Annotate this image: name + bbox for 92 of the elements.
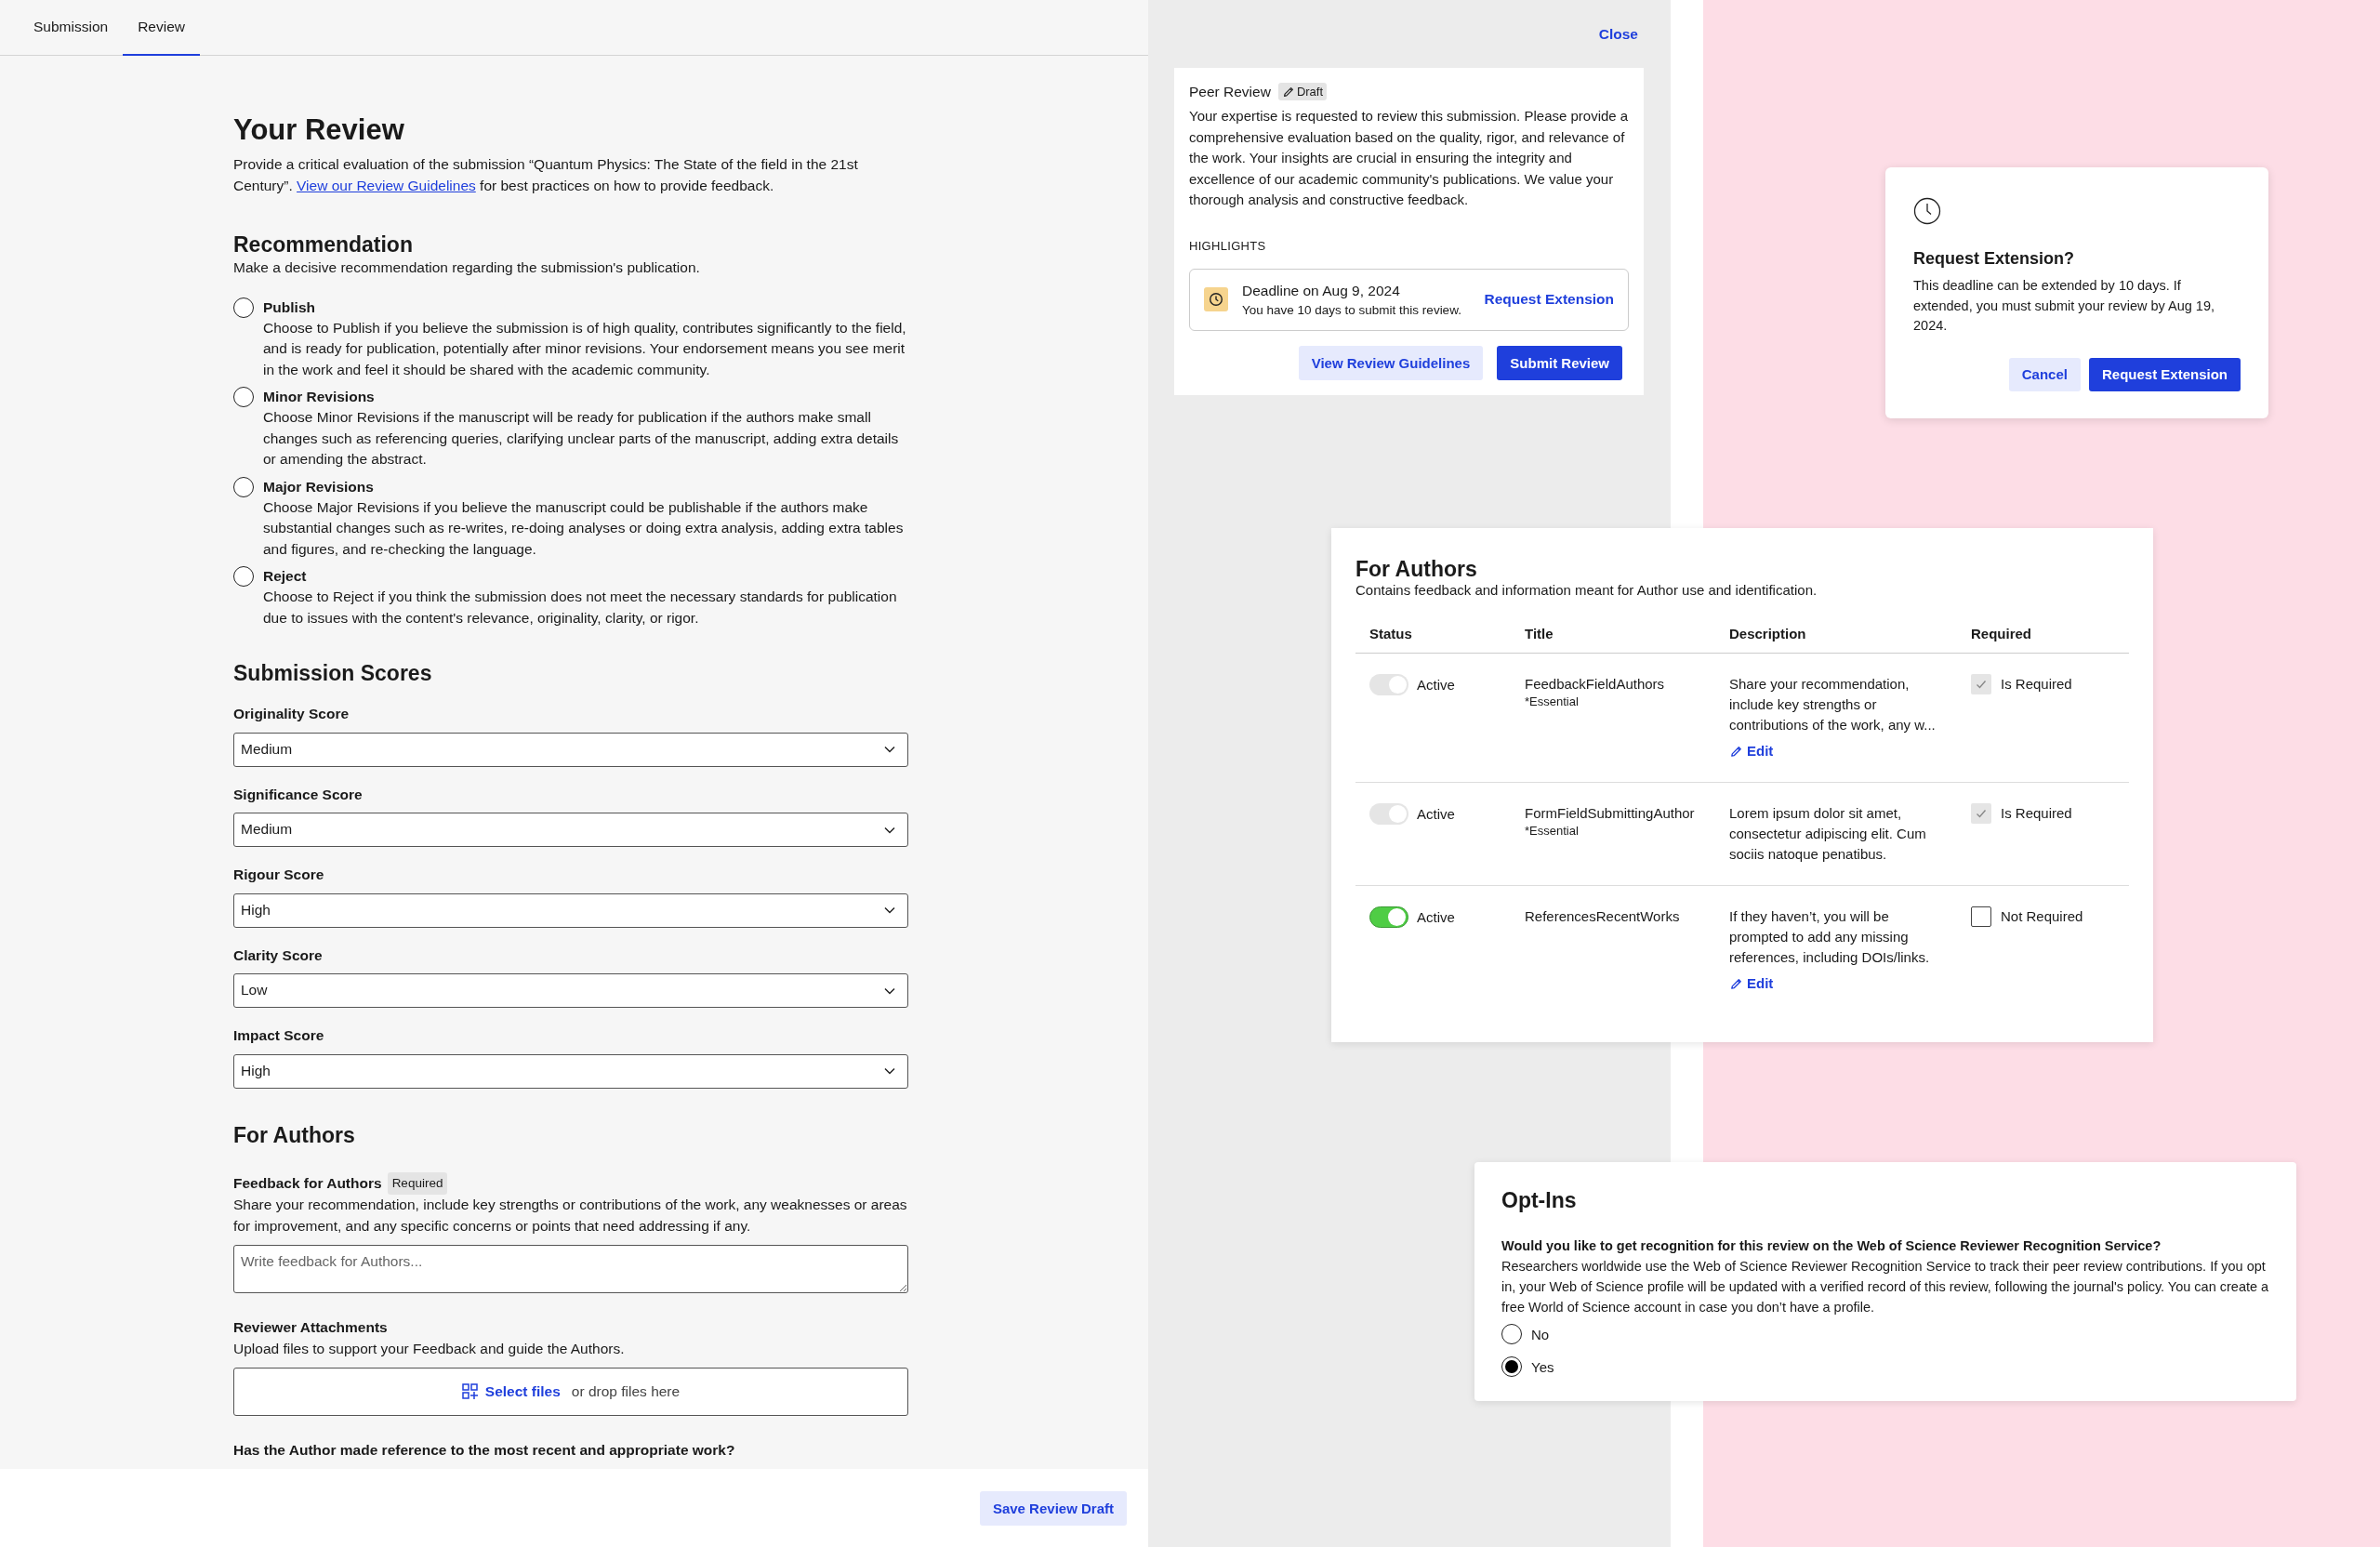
clock-icon xyxy=(1204,287,1228,311)
required-label: Is Required xyxy=(2001,804,2072,823)
checkbox[interactable] xyxy=(1971,906,1991,927)
upload-icon xyxy=(461,1383,479,1400)
field-label: Reviewer Attachments xyxy=(233,1318,389,1337)
radio-button[interactable] xyxy=(233,566,254,587)
section-heading: For Authors xyxy=(233,1121,356,1148)
dialog-button[interactable]: Cancel xyxy=(2008,357,2081,391)
option-description: Choose to Publish if you believe the submission is of high quality, contributes significantly to the field, and is ready for publication, potentially after minor revisions. Your endorsement means you see merit in the work and feel it should be shared with the academic community. xyxy=(263,318,907,379)
field-label: Feedback for Authors xyxy=(233,1173,382,1193)
option-description: Choose Major Revisions if you believe the manuscript could be publishable if the authors make substantial changes such as re-writes, re-doing analyses or doing extra analysis, adding extra tables and figures, and re-checking the language. xyxy=(263,497,905,559)
field-label: Impact Score xyxy=(233,1026,325,1045)
radio-button[interactable] xyxy=(1501,1324,1522,1344)
column-header: Status xyxy=(1355,616,1511,654)
radio-button[interactable] xyxy=(233,387,254,407)
field-description: Upload files to support your Feedback and guide the Authors. xyxy=(233,1339,626,1358)
field-title: FormFieldSubmittingAuthor xyxy=(1525,804,1696,823)
score-select[interactable]: High xyxy=(233,1053,908,1089)
file-drop-zone[interactable]: Select files or drop files here xyxy=(233,1368,908,1416)
status-label: Active xyxy=(1417,804,1455,824)
field-note: *Essential xyxy=(1525,694,1580,709)
dialog-title: Request Extension? xyxy=(1913,249,2076,269)
section-heading: Submission Scores xyxy=(233,660,433,686)
required-badge: Required xyxy=(387,1171,448,1195)
field-label: Rigour Score xyxy=(233,866,325,884)
guidelines-link[interactable]: View our Review Guidelines xyxy=(297,177,476,193)
intro-text: Provide a critical evaluation of the submission “Quantum Physics: The State of the field in the 21st Century”. View our Review Guidelines for best practices on how to provide feedback. xyxy=(233,155,859,195)
field-label: Originality Score xyxy=(233,705,350,723)
score-select[interactable]: Low xyxy=(233,973,908,1008)
field-description: If they haven’t, you will be prompted to add any missing references, including DOIs/links. xyxy=(1729,907,1931,967)
field-description: Share your recommendation, include key strengths or contributions of the work, any weaknesses or areas for improvement, and any specific concerns or points that need addressing if any. xyxy=(233,1196,908,1236)
request-extension-link[interactable]: Request Extension xyxy=(1484,291,1614,308)
section-description: Make a decisive recommendation regarding the submission's publication. xyxy=(233,258,701,277)
option-label: Yes xyxy=(1531,1358,1554,1375)
question-label: Has the Author made reference to the most recent and appropriate work? xyxy=(233,1441,736,1460)
feedback-field[interactable]: Write feedback for Authors... xyxy=(233,1245,908,1293)
radio-button[interactable] xyxy=(233,297,254,318)
radio-button[interactable] xyxy=(1501,1356,1522,1377)
option-label: Reject xyxy=(263,567,308,586)
dialog-text: This deadline can be extended by 10 days. If extended, you must submit your review by Aug 19, 2024. xyxy=(1913,277,2215,335)
required-label: Is Required xyxy=(2001,675,2072,694)
card-button[interactable]: Submit Review xyxy=(1497,345,1622,380)
option-description: Choose to Reject if you think the submission does not meet the necessary standards for publication due to issues with the content's relevance, originality, clarity, or rigor. xyxy=(263,588,898,628)
drop-hint: or drop files here xyxy=(571,1382,681,1401)
pencil-icon xyxy=(1281,85,1295,99)
toggle-switch[interactable] xyxy=(1369,906,1408,928)
score-select[interactable]: Medium xyxy=(233,732,908,767)
page-title: Your Review xyxy=(233,113,405,147)
card-button[interactable]: View Review Guidelines xyxy=(1298,345,1484,380)
select-files-button[interactable]: Select files xyxy=(461,1381,561,1403)
score-select[interactable]: Medium xyxy=(233,813,908,847)
dialog-button[interactable]: Request Extension xyxy=(2088,357,2241,391)
field-title: ReferencesRecentWorks xyxy=(1525,907,1681,926)
field-note: *Essential xyxy=(1525,824,1580,839)
deadline-text: You have 10 days to submit this review. xyxy=(1242,301,1462,319)
required-label: Not Required xyxy=(2001,907,2083,926)
field-label: Significance Score xyxy=(233,785,364,804)
column-header: Description xyxy=(1715,616,1957,654)
status-label: Active xyxy=(1417,907,1455,927)
highlights-label: HIGHLIGHTS xyxy=(1189,238,1267,253)
pencil-icon xyxy=(1729,976,1743,991)
optin-question: Would you like to get recognition for this review on the Web of Science Reviewer Recognition Service? xyxy=(1501,1237,2162,1255)
column-header: Title xyxy=(1511,616,1715,654)
radio-button[interactable] xyxy=(233,476,254,497)
tab[interactable]: Review xyxy=(123,0,200,56)
field-title: FeedbackFieldAuthors xyxy=(1525,675,1666,694)
option-label: No xyxy=(1531,1326,1550,1342)
pencil-icon xyxy=(1729,744,1743,759)
edit-link[interactable]: Edit xyxy=(1729,973,1774,994)
option-description: Choose Minor Revisions if the manuscript will be ready for publication if the authors make small changes such as referencing queries, clarifying unclear parts of the manuscript, adding extra details or amending the abstract. xyxy=(263,408,900,469)
deadline-title: Deadline on Aug 9, 2024 xyxy=(1242,281,1401,300)
card-title: For Authors xyxy=(1355,556,1478,582)
save-draft-button[interactable]: Save Review Draft xyxy=(979,1490,1127,1526)
card-description: Your expertise is requested to review this submission. Please provide a comprehensive evaluation based on the quality, rigor, and relevance of the work. Your insights are crucial in ensuring the integrity and excellence of our academic community's publications. We value your thorough analysis and constructive feedback. xyxy=(1189,107,1629,209)
field-description: Lorem ipsum dolor sit amet, consectetur adipiscing elit. Cum sociis natoque penatibus. xyxy=(1729,804,1927,864)
optin-description: Researchers worldwide use the Web of Science Reviewer Recognition Service to track their peer review contributions. If you opt in, your Web of Science profile will be updated with a verified record of this review, following the journal's policy. You can create a free World of Science account in case you don’t have a profile. xyxy=(1501,1258,2269,1316)
card-title: Opt-Ins xyxy=(1501,1188,1578,1213)
option-label: Publish xyxy=(263,298,316,317)
score-select[interactable]: High xyxy=(233,892,908,928)
field-description: Share your recommendation, include key strengths or contributions of the work, any w... xyxy=(1729,675,1937,734)
card-title: Peer Review xyxy=(1189,83,1271,100)
tab[interactable]: Submission xyxy=(19,0,124,56)
column-header: Required xyxy=(1957,616,2129,654)
status-label: Active xyxy=(1417,675,1455,694)
option-label: Minor Revisions xyxy=(263,388,376,406)
card-description: Contains feedback and information meant for Author use and identification. xyxy=(1355,582,1818,598)
draft-badge: Draft xyxy=(1277,83,1328,100)
clock-icon xyxy=(1913,197,1941,225)
field-label: Clarity Score xyxy=(233,945,324,965)
section-heading: Recommendation xyxy=(233,231,414,258)
close-button[interactable]: Close xyxy=(1598,26,1638,43)
option-label: Major Revisions xyxy=(263,477,375,496)
